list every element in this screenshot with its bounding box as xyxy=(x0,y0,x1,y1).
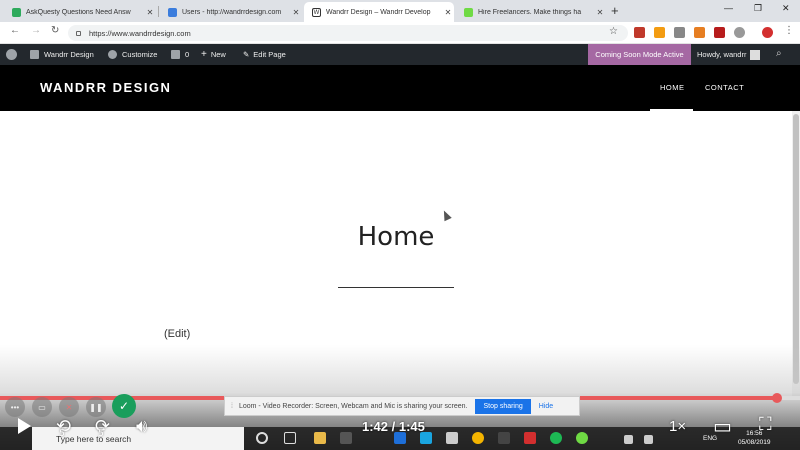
close-tab-icon[interactable]: ✕ xyxy=(594,8,606,17)
tab-askquesty[interactable]: AskQuesty Questions Need Answ ✕ xyxy=(4,2,156,22)
site-header: WANDRR DESIGN HOME CONTACT xyxy=(0,65,800,111)
comment-icon xyxy=(171,50,180,59)
url-text: https://www.wandrrdesign.com xyxy=(89,28,191,38)
page-title: Home xyxy=(357,222,435,252)
camera-icon[interactable]: ▭ xyxy=(32,397,52,417)
finish-recording-check-icon[interactable]: ✓ xyxy=(112,394,136,418)
hide-button[interactable]: Hide xyxy=(539,403,553,410)
cloud-icon[interactable] xyxy=(644,435,653,444)
wp-admin-bar: Wandrr Design Customize 0 + New ✎ Edit P… xyxy=(0,44,800,65)
new-tab-button[interactable]: + xyxy=(611,3,619,18)
tab-users[interactable]: Users - http://wandrrdesign.com ✕ xyxy=(160,2,302,22)
avatar xyxy=(750,49,761,60)
back-arrow-icon[interactable]: ← xyxy=(10,25,20,36)
file-explorer-icon[interactable] xyxy=(314,432,326,444)
title-divider xyxy=(338,287,454,288)
wp-site-name[interactable]: Wandrr Design xyxy=(30,44,94,65)
wp-new[interactable]: + New xyxy=(201,44,226,65)
site-logo[interactable]: WANDRR DESIGN xyxy=(40,80,171,95)
browser-tab-strip: AskQuesty Questions Need Answ ✕ Users - … xyxy=(0,0,800,22)
search-icon[interactable]: ⌕ xyxy=(776,48,782,59)
bookmark-star-icon[interactable]: ☆ xyxy=(609,26,618,37)
wordpress-favicon-icon: W xyxy=(312,7,321,17)
grid-favicon-icon xyxy=(168,7,177,17)
lock-icon xyxy=(76,30,81,36)
wp-comments[interactable]: 0 xyxy=(171,44,189,65)
mail-icon[interactable] xyxy=(446,432,458,444)
wp-howdy-account[interactable]: Howdy, wandrr xyxy=(697,44,761,65)
close-tab-icon[interactable]: ✕ xyxy=(442,8,454,17)
brush-icon xyxy=(108,50,117,59)
extension-icon[interactable] xyxy=(654,27,665,38)
askquesty-favicon-icon xyxy=(12,7,21,17)
pause-recording-icon[interactable]: ❚❚ xyxy=(86,397,106,417)
task-view-icon[interactable] xyxy=(284,432,296,444)
close-tab-icon[interactable]: ✕ xyxy=(144,8,156,17)
nav-contact[interactable]: CONTACT xyxy=(705,83,744,92)
store-icon[interactable] xyxy=(340,432,352,444)
forward-arrow-icon[interactable]: → xyxy=(31,25,41,36)
theater-mode-icon[interactable]: ▭ xyxy=(713,414,732,438)
wp-edit-page[interactable]: ✎ Edit Page xyxy=(243,44,286,65)
stop-sharing-button[interactable]: Stop sharing xyxy=(475,398,531,414)
chrome-menu-icon[interactable]: ⋮ xyxy=(784,25,794,36)
battery-icon[interactable] xyxy=(624,435,633,444)
extension-icon[interactable] xyxy=(694,27,705,38)
tab-divider xyxy=(158,6,159,17)
restore-icon[interactable]: ❐ xyxy=(754,3,762,14)
extension-icon[interactable] xyxy=(714,27,725,38)
upwork-icon[interactable] xyxy=(576,432,588,444)
dashboard-icon xyxy=(30,50,39,59)
pencil-icon: ✎ xyxy=(243,50,250,59)
mouse-cursor-icon xyxy=(440,208,452,222)
fullscreen-icon[interactable]: ⛶ xyxy=(759,414,772,435)
spotify-icon[interactable] xyxy=(550,432,562,444)
progress-knob[interactable] xyxy=(771,393,782,403)
loom-sharing-text: Loom - Video Recorder: Screen, Webcam an… xyxy=(238,402,468,410)
tab-upwork[interactable]: Hire Freelancers. Make things ha ✕ xyxy=(456,2,606,22)
minimize-icon[interactable]: — xyxy=(724,3,733,13)
tab-title: Hire Freelancers. Make things ha xyxy=(478,8,582,16)
wordpress-logo-icon[interactable] xyxy=(6,44,22,65)
tab-title: Wandrr Design – Wandrr Develop xyxy=(326,8,431,16)
filezilla-icon[interactable] xyxy=(524,432,536,444)
loom-sharing-bar: ⁞ Loom - Video Recorder: Screen, Webcam … xyxy=(224,396,580,416)
volume-icon[interactable]: 🔊︎ xyxy=(136,416,147,437)
nav-home[interactable]: HOME xyxy=(660,83,685,92)
profile-avatar-icon[interactable] xyxy=(762,27,773,38)
extension-icon[interactable] xyxy=(674,27,685,38)
address-toolbar: ← → ↻ https://www.wandrrdesign.com ☆ ⋮ xyxy=(0,22,800,44)
tab-title: Users - http://wandrrdesign.com xyxy=(182,8,282,16)
cortana-icon[interactable] xyxy=(256,432,268,444)
more-options-icon[interactable]: ••• xyxy=(5,397,25,417)
ublock-extension-icon[interactable] xyxy=(634,27,645,38)
plus-icon: + xyxy=(201,49,207,60)
chrome-icon[interactable] xyxy=(472,432,484,444)
play-icon[interactable] xyxy=(18,418,31,434)
tab-wandrr-design[interactable]: W Wandrr Design – Wandrr Develop ✕ xyxy=(304,2,454,22)
playback-rate-button[interactable]: 1× xyxy=(669,418,686,435)
active-nav-indicator xyxy=(650,109,693,111)
reload-icon[interactable]: ↻ xyxy=(51,25,59,36)
cancel-recording-icon[interactable]: ✕ xyxy=(59,397,79,417)
tab-title: AskQuesty Questions Need Answ xyxy=(26,8,131,16)
skip-back-icon[interactable]: ⟲5 xyxy=(56,416,77,439)
scrollbar-thumb[interactable] xyxy=(793,114,799,384)
drag-handle-icon[interactable]: ⁞ xyxy=(231,403,233,410)
skip-forward-icon[interactable]: ⟳5 xyxy=(95,416,116,439)
playback-time: 1:42 / 1:45 xyxy=(362,419,425,434)
upwork-favicon-icon xyxy=(464,7,473,17)
coming-soon-badge[interactable]: Coming Soon Mode Active xyxy=(588,44,691,65)
edit-link[interactable]: (Edit) xyxy=(164,328,190,340)
wp-customize[interactable]: Customize xyxy=(108,44,157,65)
extension-icon[interactable] xyxy=(734,27,745,38)
close-tab-icon[interactable]: ✕ xyxy=(290,8,302,17)
close-window-icon[interactable]: ✕ xyxy=(782,3,790,14)
taskbar-app-icon[interactable] xyxy=(498,432,510,444)
url-bar[interactable]: https://www.wandrrdesign.com xyxy=(68,25,628,41)
